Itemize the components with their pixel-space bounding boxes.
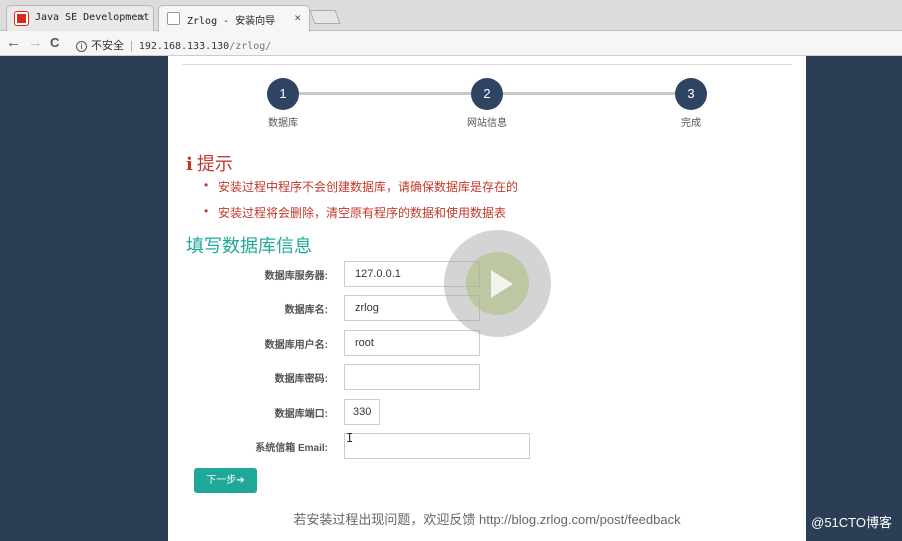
info-icon[interactable]: i [76,41,87,52]
oracle-icon [15,12,28,25]
browser-tab-java[interactable]: Java SE Development K × [6,5,154,31]
step-3-label: 完成 [681,118,701,129]
text-cursor-icon: I [346,431,354,445]
step-2-circle: 2 [471,78,503,110]
tip-title: 提示 [196,154,233,174]
tab-title: Zrlog - 安装向导 [187,16,276,27]
tip-heading: i 提示 [186,150,233,176]
email-input[interactable] [344,433,530,459]
dbname-label: 数据库名: [284,305,328,316]
step-progress: 1 数据库 2 网站信息 3 完成 [168,76,806,136]
tab-title: Java SE Development K [35,12,154,23]
email-label: 系统信箱 Email: [255,443,328,454]
video-play-overlay[interactable] [444,230,551,337]
url-field[interactable]: i 不安全 | 192.168.133.130/zrlog/ [70,33,896,53]
step-connector [502,92,692,95]
browser-tab-zrlog[interactable]: Zrlog - 安装向导 × [158,5,310,32]
address-bar: ← → C i 不安全 | 192.168.133.130/zrlog/ [0,31,902,56]
new-tab-button[interactable] [309,10,341,24]
info-icon: i [186,154,193,175]
back-icon[interactable]: ← [6,34,21,52]
step-1-label: 数据库 [268,118,298,129]
db-password-input[interactable] [344,364,480,390]
password-label: 数据库密码: [274,374,328,385]
close-icon[interactable]: × [138,11,145,24]
play-button[interactable] [466,252,529,315]
server-label: 数据库服务器: [264,271,328,282]
forward-icon[interactable]: → [28,34,43,52]
play-icon [491,270,513,298]
url-host: 192.168.133.130 [138,41,230,52]
step-1-circle: 1 [267,78,299,110]
security-label: 不安全 [91,40,124,52]
watermark: @51CTO博客 [811,515,892,530]
form-row-email: 系统信箱 Email: [168,433,806,459]
list-item: 安装过程将会删除，清空原有程序的数据和使用数据表 [204,204,518,221]
step-3-circle: 3 [675,78,707,110]
step-2-label: 网站信息 [467,118,507,129]
url-path: /zrlog/ [229,41,272,52]
tip-list: 安装过程中程序不会创建数据库，请确保数据库是存在的 安装过程将会删除，清空原有程… [204,178,518,230]
form-title: 填写数据库信息 [186,236,312,256]
browser-tab-bar: Java SE Development K × Zrlog - 安装向导 × [0,0,902,32]
zrlog-favicon-icon [167,12,180,25]
feedback-note: 若安装过程出现问题，欢迎反馈 http://blog.zrlog.com/pos… [293,512,681,527]
port-label: 数据库端口: [274,409,328,420]
divider [182,64,792,65]
form-row-port: 数据库端口: [168,399,806,425]
db-port-input[interactable] [344,399,380,425]
next-step-button[interactable]: 下一步➔ [194,468,257,493]
user-label: 数据库用户名: [264,340,328,351]
reload-icon[interactable]: C [50,34,59,52]
close-icon[interactable]: × [294,11,301,24]
step-connector [298,92,486,95]
form-row-password: 数据库密码: [168,364,806,390]
db-user-input[interactable] [344,330,480,356]
list-item: 安装过程中程序不会创建数据库，请确保数据库是存在的 [204,178,518,195]
